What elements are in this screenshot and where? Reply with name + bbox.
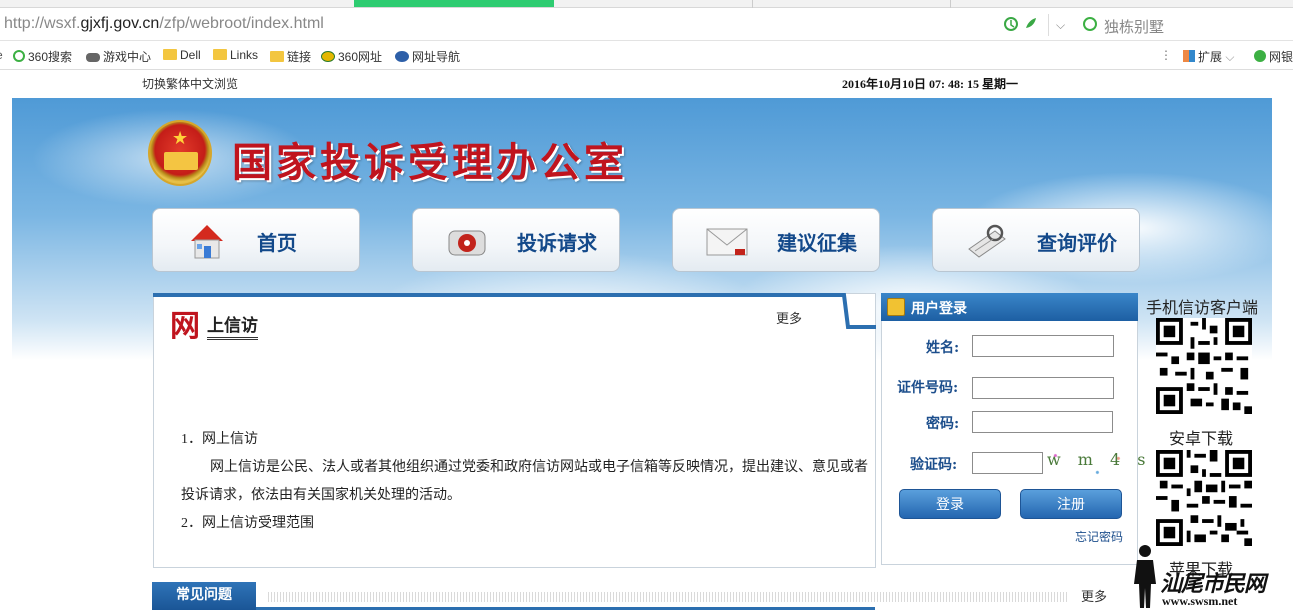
petition-item-1: 1．网上信访 bbox=[181, 432, 258, 447]
watermark-figure-icon bbox=[1134, 545, 1156, 608]
site-title: 国家投诉受理办公室 bbox=[232, 139, 628, 186]
nav-query-label: 查询评价 bbox=[1037, 231, 1117, 255]
nav-suggestion-label: 建议征集 bbox=[777, 231, 857, 255]
id-number-label: 证件号码: bbox=[897, 380, 959, 396]
bookmark-url-nav[interactable]: 网址导航 bbox=[395, 48, 460, 65]
search-engine-icon bbox=[1083, 17, 1097, 31]
address-bar[interactable]: http://wsxf.gjxfj.gov.cn/zfp/webroot/ind… bbox=[0, 8, 1293, 41]
search-document-icon bbox=[968, 224, 1006, 258]
nav-query[interactable]: 查询评价 bbox=[932, 208, 1140, 272]
login-button[interactable]: 登录 bbox=[899, 489, 1001, 519]
id-number-input[interactable] bbox=[972, 377, 1114, 399]
login-title: 用户登录 bbox=[911, 301, 967, 317]
petition-paragraph-line-2: 投诉请求，依法由有关国家机关处理的活动。 bbox=[181, 488, 461, 503]
security-icons[interactable] bbox=[1004, 16, 1040, 36]
mobile-client-label: 手机信访客户端 bbox=[1146, 300, 1259, 317]
tab-separator bbox=[752, 0, 753, 8]
search-input[interactable]: 独栋别墅 bbox=[1104, 16, 1164, 37]
shield-icon bbox=[1254, 50, 1266, 62]
bookmark-partial[interactable]: e bbox=[0, 48, 3, 62]
nav-complaint[interactable]: 投诉请求 bbox=[412, 208, 620, 272]
chevron-down-icon[interactable]: ⌵ bbox=[1048, 14, 1072, 36]
bookmark-links[interactable]: Links bbox=[213, 48, 258, 62]
bookmark-game-center[interactable]: 游戏中心 bbox=[86, 48, 151, 65]
url-nav-icon bbox=[395, 51, 409, 62]
name-input[interactable] bbox=[972, 335, 1114, 357]
folder-icon bbox=[213, 49, 227, 60]
faq-tab[interactable]: 常见问题 bbox=[152, 582, 256, 610]
bookmark-dell[interactable]: Dell bbox=[163, 48, 201, 62]
petition-item-2: 2．网上信访受理范围 bbox=[181, 516, 314, 531]
nav-home-label: 首页 bbox=[257, 231, 297, 255]
captcha-image[interactable]: w m 4 s bbox=[1047, 450, 1146, 478]
captcha-label: 验证码: bbox=[910, 457, 958, 473]
gamepad-icon bbox=[86, 53, 100, 62]
password-label: 密码: bbox=[926, 416, 960, 432]
password-input[interactable] bbox=[972, 411, 1113, 433]
nav-complaint-label: 投诉请求 bbox=[517, 231, 597, 255]
extensions-icon bbox=[1183, 50, 1195, 62]
nav-suggestion[interactable]: 建议征集 bbox=[672, 208, 880, 272]
faq-divider bbox=[268, 592, 1068, 602]
bookmark-360-url[interactable]: 360网址 bbox=[321, 48, 382, 65]
bookmark-360-search[interactable]: 360搜索 bbox=[13, 48, 72, 65]
faq-more-link[interactable]: 更多 bbox=[1081, 586, 1107, 605]
edit-pencil-icon bbox=[887, 298, 905, 316]
envelope-icon bbox=[706, 228, 748, 256]
current-datetime: 2016年10月10日 07: 48: 15 星期一 bbox=[842, 77, 1018, 91]
more-options-icon[interactable]: ⋮ bbox=[1160, 48, 1172, 62]
url-prefix: http://wsxf. bbox=[4, 15, 81, 32]
faq-bottom-border bbox=[152, 607, 875, 610]
forgot-password-link[interactable]: 忘记密码 bbox=[1075, 528, 1123, 545]
panel-corner-decoration bbox=[840, 293, 876, 329]
360-url-icon bbox=[321, 51, 335, 62]
url-text[interactable]: http://wsxf.gjxfj.gov.cn/zfp/webroot/ind… bbox=[4, 15, 324, 33]
captcha-input[interactable] bbox=[972, 452, 1043, 474]
national-emblem-icon: ★ bbox=[148, 120, 212, 186]
bookmarks-bar: e 360搜索 游戏中心 Dell Links 链接 360网址 网址导航 ⋮ … bbox=[0, 42, 1293, 70]
tab-separator bbox=[950, 0, 951, 8]
house-icon bbox=[191, 225, 223, 259]
extensions-button[interactable]: 扩展 ⌵ bbox=[1183, 48, 1234, 65]
register-button[interactable]: 注册 bbox=[1020, 489, 1122, 519]
name-label: 姓名: bbox=[926, 340, 960, 356]
folder-icon bbox=[163, 49, 177, 60]
360-search-icon bbox=[13, 50, 25, 62]
browser-tab-strip bbox=[0, 0, 1293, 8]
url-domain: gjxfj.gov.cn bbox=[80, 15, 160, 32]
toggle-traditional-link[interactable]: 切换繁体中文浏览 bbox=[142, 75, 238, 92]
petition-paragraph-line-1: 网上信访是公民、法人或者其他组织通过党委和政府信访网站或电子信箱等反映情况，提出… bbox=[210, 460, 868, 475]
panel-top-border bbox=[153, 293, 843, 297]
online-banking-button[interactable]: 网银 bbox=[1254, 48, 1293, 65]
android-download-label: 安卓下载 bbox=[1169, 431, 1234, 448]
url-path: /zfp/webroot/index.html bbox=[159, 15, 324, 32]
online-petition-more-link[interactable]: 更多 bbox=[776, 308, 802, 327]
bookmark-lianjie[interactable]: 链接 bbox=[270, 48, 311, 65]
mailbox-icon bbox=[448, 230, 486, 256]
online-petition-title: 上信访 bbox=[207, 311, 258, 340]
watermark-url: www.swsm.net bbox=[1162, 594, 1238, 608]
nav-home[interactable]: 首页 bbox=[152, 208, 360, 272]
active-tab-indicator[interactable] bbox=[354, 0, 554, 7]
apple-qr-code[interactable] bbox=[1156, 450, 1252, 546]
android-qr-code[interactable] bbox=[1156, 318, 1252, 414]
online-petition-big-char: 网 bbox=[170, 309, 200, 344]
folder-icon bbox=[270, 51, 284, 62]
